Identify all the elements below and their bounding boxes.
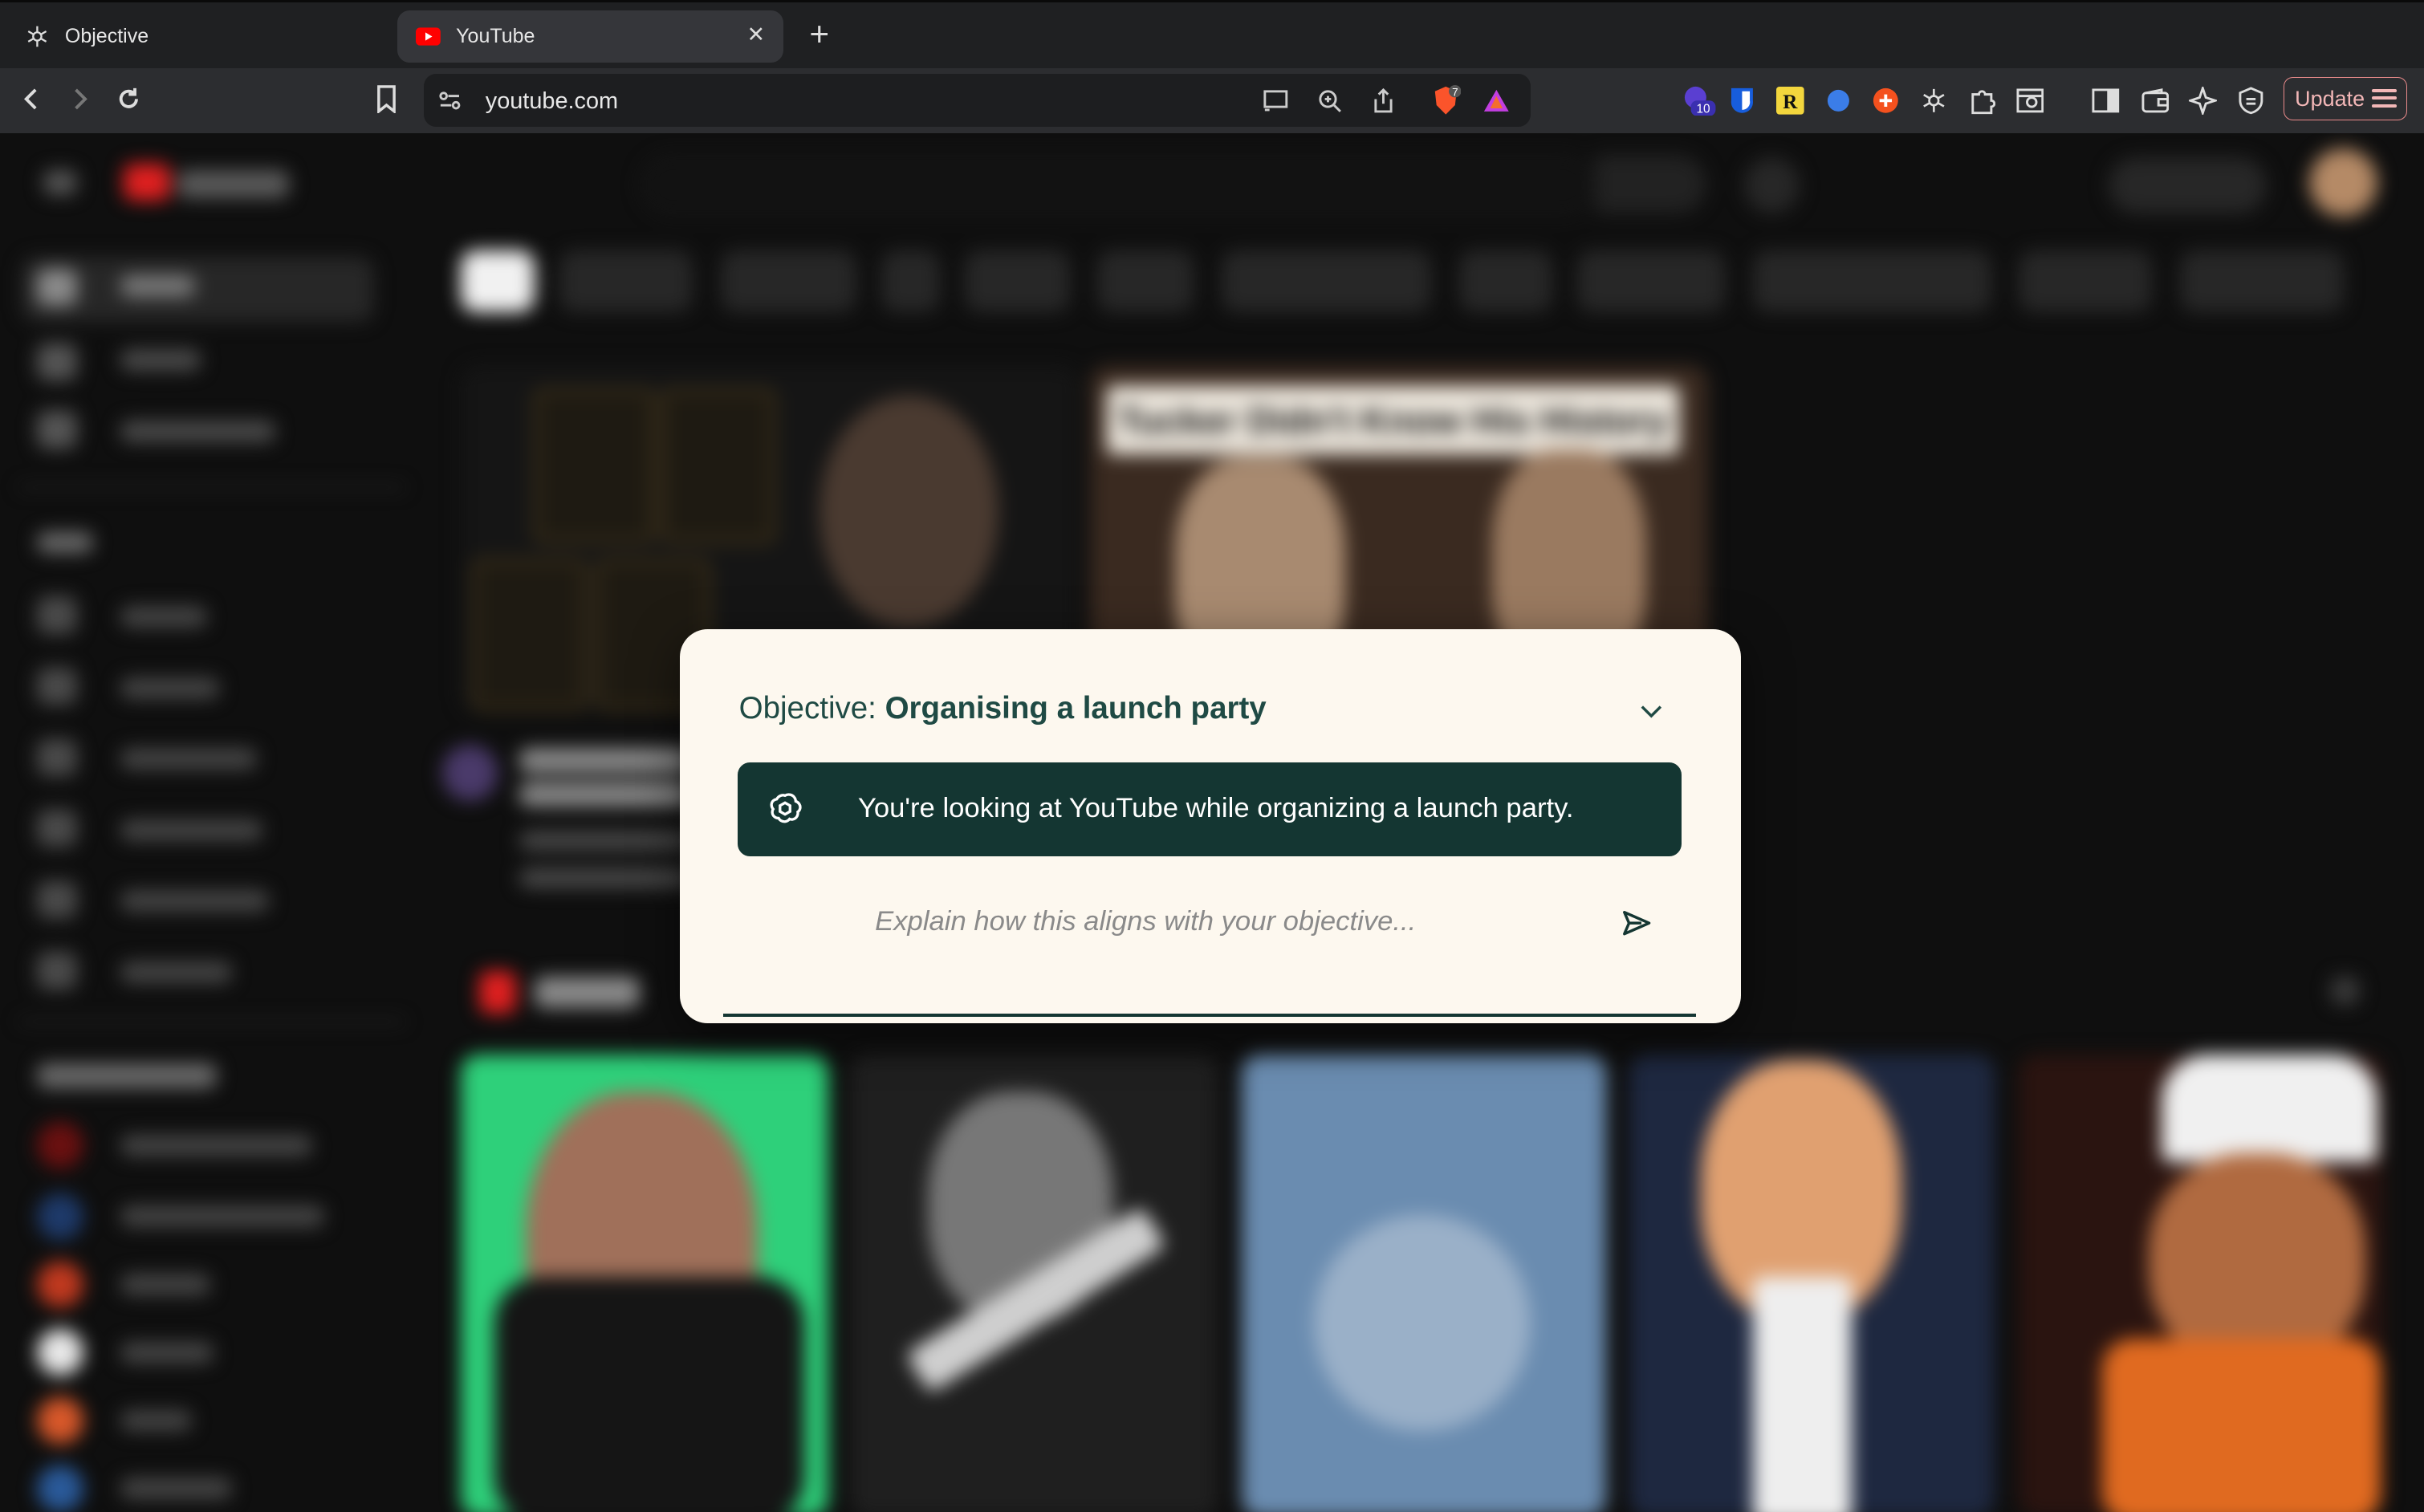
share-icon[interactable] [1369, 87, 1397, 115]
send-icon[interactable] [1620, 906, 1653, 940]
puzzle-icon[interactable] [1968, 87, 1996, 115]
tab-label: Objective [64, 24, 149, 47]
site-settings-icon[interactable] [436, 87, 464, 115]
objective-message-text: You're looking at YouTube while organizi… [857, 793, 1574, 824]
update-label: Update [2295, 86, 2365, 111]
svg-text:7: 7 [1452, 86, 1458, 98]
wallet-icon[interactable] [2141, 87, 2170, 115]
openai-extension-icon[interactable] [1920, 87, 1948, 115]
openai-icon [765, 790, 805, 830]
objective-title-prefix: Objective: [738, 690, 876, 726]
brave-shields-icon[interactable]: 7 [1429, 84, 1462, 115]
chevron-down-icon[interactable] [1637, 697, 1665, 726]
sidebar-icon[interactable] [2092, 87, 2120, 115]
extension-counter-icon[interactable]: 10 [1683, 86, 1717, 116]
update-button[interactable]: Update [2283, 77, 2407, 121]
blue-dot-icon[interactable] [1824, 87, 1853, 115]
svg-text:R: R [1783, 91, 1798, 113]
openai-icon [25, 24, 50, 49]
menu-icon [2372, 88, 2398, 112]
vpn-shield-icon[interactable] [2237, 87, 2265, 115]
tab-youtube[interactable]: YouTube ✕ [397, 10, 784, 63]
tab-label: YouTube [456, 24, 535, 47]
svg-text:10: 10 [1697, 103, 1710, 116]
video-overlay-text: Tucker Didn't Know His History [1107, 386, 1679, 455]
zoom-icon[interactable] [1316, 87, 1344, 115]
bitwarden-icon[interactable] [1728, 87, 1756, 115]
browser-toolbar: youtube.com 7 10 R Update [0, 67, 2424, 133]
objective-modal: Objective: Organising a launch party You… [680, 628, 1741, 1023]
forward-icon[interactable] [60, 80, 97, 117]
input-underline [723, 1014, 1696, 1018]
objective-message-banner: You're looking at YouTube while organizi… [737, 762, 1682, 856]
brave-rewards-icon[interactable] [1482, 87, 1511, 115]
address-bar[interactable]: youtube.com 7 [423, 74, 1531, 127]
tab-strip: Objective YouTube ✕ + [0, 0, 2424, 68]
url-text: youtube.com [485, 87, 619, 114]
back-icon[interactable] [14, 80, 51, 117]
objective-title-value: Organising a launch party [885, 690, 1267, 726]
tab-objective[interactable]: Objective [15, 10, 386, 63]
readwise-icon[interactable]: R [1775, 86, 1804, 115]
reader-mode-icon[interactable] [2015, 87, 2044, 115]
reload-icon[interactable] [110, 80, 147, 117]
bookmark-icon[interactable] [368, 80, 405, 117]
close-tab-icon[interactable]: ✕ [743, 22, 768, 47]
youtube-icon [416, 24, 441, 49]
add-extension-icon[interactable] [1872, 87, 1900, 115]
objective-explanation-input[interactable] [875, 905, 1587, 937]
leo-ai-icon[interactable] [2189, 86, 2217, 115]
new-tab-button[interactable]: + [803, 18, 836, 55]
objective-title: Objective: Organising a launch party [739, 691, 1267, 726]
cast-icon[interactable] [1262, 87, 1290, 115]
